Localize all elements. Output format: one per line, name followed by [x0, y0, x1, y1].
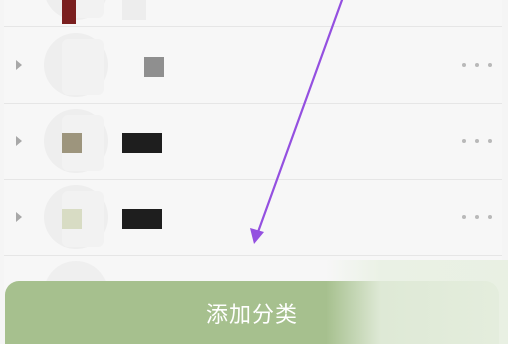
list-item[interactable] [4, 0, 502, 27]
thumbnail [62, 209, 82, 229]
category-list [4, 0, 502, 325]
avatar [44, 0, 108, 20]
name-block [122, 0, 146, 20]
thumbnail [62, 133, 82, 153]
more-dots-icon[interactable] [462, 213, 492, 221]
list-item[interactable] [4, 103, 502, 180]
chevron-right-icon[interactable] [16, 136, 22, 146]
thumbnail [144, 57, 164, 77]
more-dots-icon[interactable] [462, 61, 492, 69]
name-block [122, 133, 162, 153]
avatar [44, 33, 108, 97]
chevron-right-icon[interactable] [16, 212, 22, 222]
chevron-right-icon[interactable] [16, 60, 22, 70]
thumbnail [62, 0, 76, 24]
add-category-label: 添加分类 [205, 302, 298, 328]
name-block [122, 209, 162, 229]
add-category-button[interactable]: 添加分类 [5, 281, 499, 344]
list-item[interactable] [4, 27, 502, 104]
more-dots-icon[interactable] [462, 137, 492, 145]
list-item[interactable] [4, 179, 502, 256]
